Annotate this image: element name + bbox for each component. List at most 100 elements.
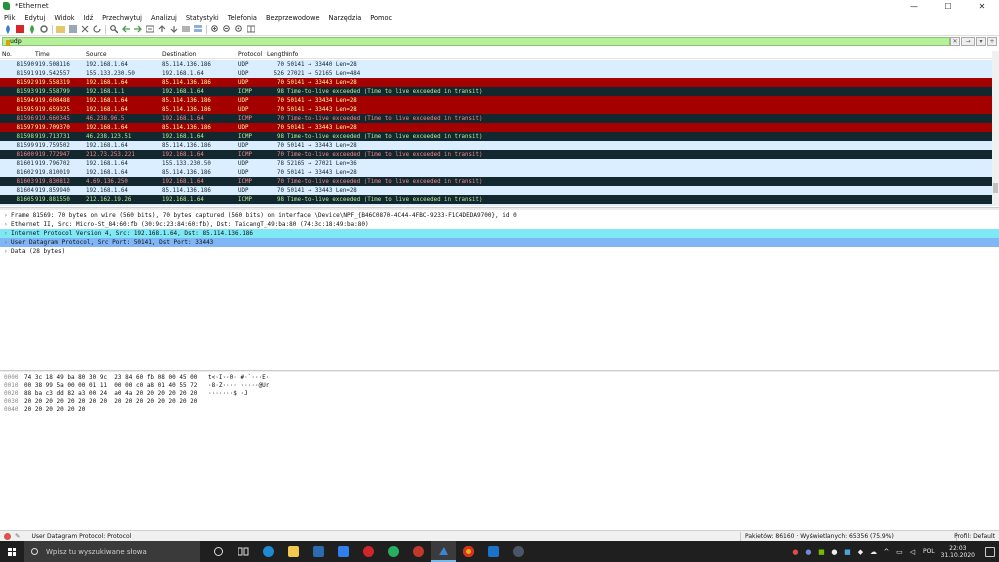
- packet-row[interactable]: 81599 919.759502 192.168.1.64 85.114.136.18…: [0, 141, 992, 150]
- detail-tree-item[interactable]: › Ethernet II, Src: Micro-St_84:60:fb (30…: [0, 220, 999, 229]
- volume-icon[interactable]: ◁: [908, 547, 917, 556]
- zoom-out-icon[interactable]: [222, 25, 231, 34]
- save-file-icon[interactable]: [68, 25, 77, 34]
- green-app-icon[interactable]: [381, 541, 406, 562]
- mail-icon[interactable]: [331, 541, 356, 562]
- chrome-icon[interactable]: [456, 541, 481, 562]
- chevron-right-icon[interactable]: ›: [4, 248, 11, 255]
- chevron-right-icon[interactable]: ›: [4, 230, 11, 237]
- display-filter-input[interactable]: udp: [2, 37, 950, 46]
- hex-row[interactable]: 0020 88 ba c3 dd 82 a3 00 24 a0 4a 20 20 …: [0, 389, 999, 397]
- packet-row[interactable]: 81595 919.659325 192.168.1.64 85.114.136.18…: [0, 105, 992, 114]
- zoom-in-icon[interactable]: [210, 25, 219, 34]
- task-view-icon[interactable]: [231, 541, 256, 562]
- column-header-length[interactable]: Length: [267, 51, 288, 58]
- menu-plik[interactable]: Plik: [4, 14, 15, 22]
- store-icon[interactable]: [306, 541, 331, 562]
- file-explorer-icon[interactable]: [281, 541, 306, 562]
- packet-row[interactable]: 81603 919.830812 4.69.136.250 192.168.1.64 I…: [0, 177, 992, 186]
- last-packet-icon[interactable]: [169, 25, 178, 34]
- chevron-right-icon[interactable]: ›: [4, 212, 11, 219]
- column-header-protocol[interactable]: Protocol: [238, 51, 267, 58]
- packet-details-tree[interactable]: › Frame 81569: 70 bytes on wire (560 bits…: [0, 210, 999, 370]
- wireshark-taskbar-icon[interactable]: [431, 541, 456, 562]
- menu-przechwytuj[interactable]: Przechwytuj: [102, 14, 142, 22]
- clear-filter-icon[interactable]: ✕: [950, 37, 960, 46]
- capture-options-icon[interactable]: [39, 25, 48, 34]
- packet-row[interactable]: 81590 919.508116 192.168.1.64 85.114.136.18…: [0, 60, 992, 69]
- packet-row[interactable]: 81593 919.558799 192.168.1.1 192.168.1.64 IC…: [0, 87, 992, 96]
- resize-columns-icon[interactable]: [246, 25, 255, 34]
- taskbar-clock[interactable]: 22:03 31.10.2020: [941, 545, 975, 559]
- packet-row[interactable]: 81591 919.542557 155.133.230.50 192.168.1.6…: [0, 69, 992, 78]
- expert-info-icon[interactable]: [4, 532, 11, 540]
- notification-center-icon[interactable]: [985, 546, 995, 557]
- start-capture-icon[interactable]: [3, 24, 12, 34]
- first-packet-icon[interactable]: [157, 25, 166, 34]
- status-profile[interactable]: Profil: Default: [954, 533, 995, 540]
- hex-row[interactable]: 0040 20 20 20 20 20 20: [0, 405, 999, 413]
- restart-capture-icon[interactable]: [27, 24, 36, 34]
- detail-tree-item[interactable]: › Data (28 bytes): [0, 247, 999, 256]
- menu-analizuj[interactable]: Analizuj: [151, 14, 177, 22]
- scrollbar-thumb[interactable]: [993, 183, 998, 193]
- packet-row[interactable]: 81600 919.772947 212.73.253.221 192.168.1.6…: [0, 150, 992, 159]
- go-back-icon[interactable]: [121, 25, 130, 34]
- menu-edytuj[interactable]: Edytuj: [24, 14, 45, 22]
- close-file-icon[interactable]: [80, 25, 89, 34]
- bookmark-flag-icon[interactable]: [6, 40, 10, 46]
- close-button[interactable]: ✕: [965, 0, 999, 12]
- packet-row[interactable]: 81598 919.713731 46.238.123.51 192.168.1.64…: [0, 132, 992, 141]
- packet-row[interactable]: 81592 919.558319 192.168.1.64 85.114.136.18…: [0, 78, 992, 87]
- detail-tree-item[interactable]: › Frame 81569: 70 bytes on wire (560 bits…: [0, 211, 999, 220]
- packet-row[interactable]: 81594 919.608488 192.168.1.64 85.114.136.18…: [0, 96, 992, 105]
- steam-tray-icon[interactable]: ●: [830, 547, 839, 556]
- menu-narzedzia[interactable]: Narzędzia: [329, 14, 362, 22]
- hex-row[interactable]: 0030 20 20 20 20 20 20 20 20 20 20 20 20 …: [0, 397, 999, 405]
- cortana-circle-icon[interactable]: [206, 541, 231, 562]
- menu-statystyki[interactable]: Statystyki: [186, 14, 219, 22]
- colorize-icon[interactable]: [193, 25, 202, 34]
- packet-bytes-pane[interactable]: 0000 74 3c 18 49 ba 80 30 9c 23 84 60 fb …: [0, 372, 999, 528]
- menu-pomoc[interactable]: Pomoc: [370, 14, 392, 22]
- packet-list[interactable]: 81590 919.508116 192.168.1.64 85.114.136.18…: [0, 60, 992, 206]
- chevron-up-icon[interactable]: ^: [882, 547, 891, 556]
- blue-app-icon[interactable]: [481, 541, 506, 562]
- minimize-button[interactable]: —: [897, 0, 931, 12]
- discord-icon[interactable]: ●: [804, 547, 813, 556]
- packet-row[interactable]: 81596 919.660345 46.238.96.5 192.168.1.64 IC…: [0, 114, 992, 123]
- go-to-packet-icon[interactable]: [145, 25, 154, 34]
- maximize-button[interactable]: ☐: [931, 0, 965, 12]
- packet-list-scrollbar[interactable]: [992, 51, 999, 206]
- detail-tree-item[interactable]: › User Datagram Protocol, Src Port: 50141…: [0, 238, 999, 247]
- column-header-source[interactable]: Source: [86, 51, 162, 58]
- filter-history-chevron-down-icon[interactable]: ▾: [976, 37, 986, 46]
- hex-row[interactable]: 0010 00 38 99 5a 00 00 01 11 00 00 c0 a8 …: [0, 381, 999, 389]
- auto-scroll-icon[interactable]: [181, 25, 190, 34]
- stop-capture-icon[interactable]: [15, 25, 24, 34]
- taskbar-search-box[interactable]: Wpisz tu wyszukiwane słowa: [24, 541, 200, 562]
- packet-row[interactable]: 81601 919.796702 192.168.1.64 155.133.230.5…: [0, 159, 992, 168]
- input-language-indicator[interactable]: POL: [923, 548, 935, 555]
- capture-comment-pencil-icon[interactable]: ✎: [15, 532, 20, 540]
- column-header-info[interactable]: Info: [287, 51, 992, 58]
- tray-app-icon[interactable]: ■: [843, 547, 852, 556]
- menu-bezprzewodowe[interactable]: Bezprzewodowe: [266, 14, 320, 22]
- reload-file-icon[interactable]: [92, 25, 101, 34]
- open-file-icon[interactable]: [56, 25, 65, 34]
- column-header-time[interactable]: Time: [35, 51, 86, 58]
- opera-gx-icon[interactable]: [406, 541, 431, 562]
- column-header-destination[interactable]: Destination: [162, 51, 238, 58]
- packet-row[interactable]: 81602 919.810019 192.168.1.64 85.114.136.18…: [0, 168, 992, 177]
- nvidia-icon[interactable]: ■: [817, 547, 826, 556]
- packet-row[interactable]: 81606919.910262192.168.1.6485.114.136.18…: [0, 204, 992, 206]
- cloud-icon[interactable]: ☁: [869, 547, 878, 556]
- edge-browser-icon[interactable]: [256, 541, 281, 562]
- menu-telefonia[interactable]: Telefonia: [228, 14, 257, 22]
- find-packet-icon[interactable]: [109, 25, 118, 34]
- start-button[interactable]: [0, 541, 24, 562]
- microphone-icon[interactable]: ●: [791, 547, 800, 556]
- opera-icon[interactable]: [356, 541, 381, 562]
- zoom-reset-icon[interactable]: [234, 25, 243, 34]
- packet-row[interactable]: 81605 919.881550 212.162.19.26 192.168.1.64…: [0, 195, 992, 204]
